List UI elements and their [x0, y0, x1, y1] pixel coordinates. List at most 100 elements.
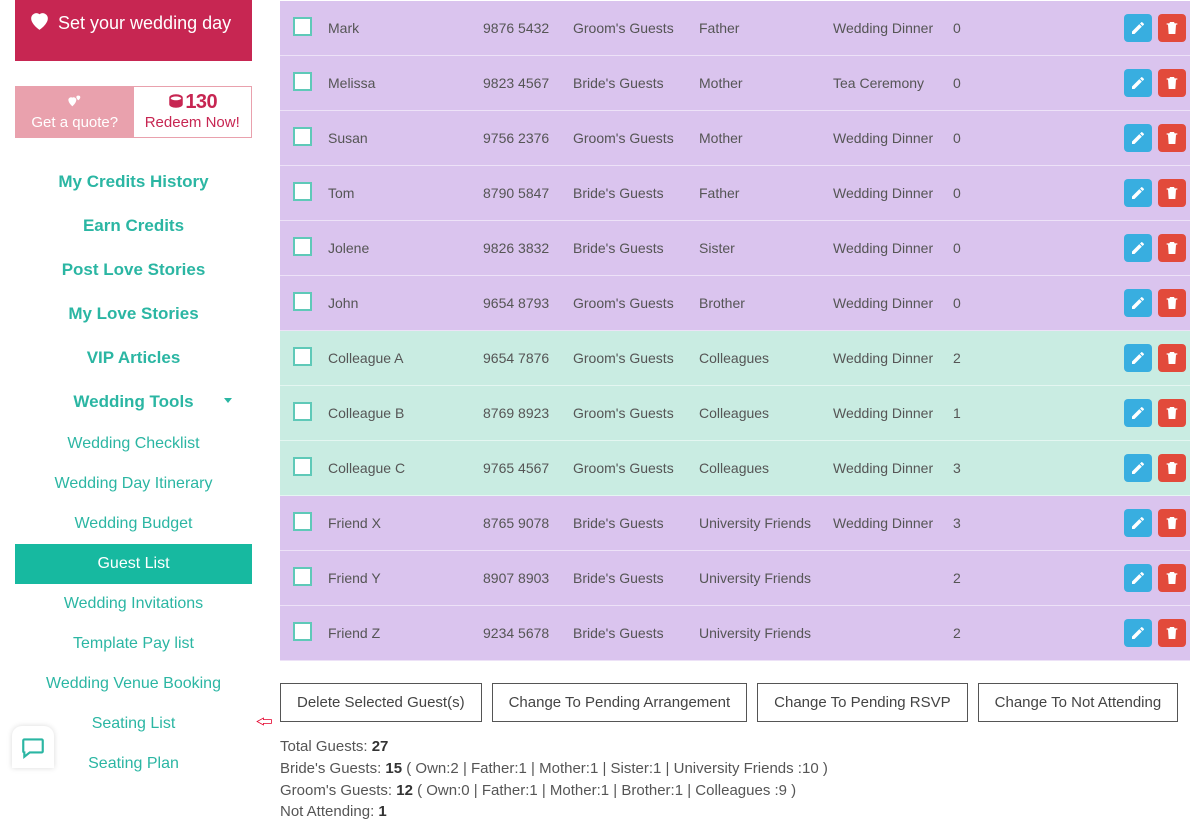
cell-event: Wedding Dinner [829, 111, 949, 166]
nav-my-credits-history[interactable]: My Credits History [15, 160, 252, 204]
cell-relation: University Friends [695, 551, 829, 606]
edit-button[interactable] [1124, 564, 1152, 592]
trash-icon [1164, 350, 1180, 366]
stats-groom: Groom's Guests: 12 ( Own:0 | Father:1 | … [280, 780, 1190, 802]
edit-button[interactable] [1124, 69, 1152, 97]
pencil-icon [1130, 515, 1146, 531]
cell-event: Wedding Dinner [829, 1, 949, 56]
cell-event: Wedding Dinner [829, 221, 949, 276]
subnav-template-pay-list[interactable]: Template Pay list [15, 624, 252, 664]
pending-arrangement-button[interactable]: Change To Pending Arrangement [492, 683, 748, 722]
cell-event: Wedding Dinner [829, 331, 949, 386]
edit-button[interactable] [1124, 289, 1152, 317]
cell-name: Colleague A [324, 331, 479, 386]
cell-group: Groom's Guests [569, 441, 695, 496]
delete-selected-button[interactable]: Delete Selected Guest(s) [280, 683, 482, 722]
delete-button[interactable] [1158, 344, 1186, 372]
pencil-icon [1130, 625, 1146, 641]
cell-table: 0 [949, 276, 1004, 331]
cell-phone: 8907 8903 [479, 551, 569, 606]
set-wedding-day-button[interactable]: Set your wedding day [15, 0, 252, 61]
subnav-wedding-budget[interactable]: Wedding Budget [15, 504, 252, 544]
cell-name: Colleague C [324, 441, 479, 496]
redeem-button[interactable]: 130 Redeem Now! [134, 87, 252, 137]
subnav-wedding-venue-booking[interactable]: Wedding Venue Booking [15, 664, 252, 704]
pencil-icon [1130, 350, 1146, 366]
edit-button[interactable] [1124, 179, 1152, 207]
row-checkbox[interactable] [293, 402, 312, 421]
delete-button[interactable] [1158, 124, 1186, 152]
row-checkbox[interactable] [293, 17, 312, 36]
edit-button[interactable] [1124, 454, 1152, 482]
cell-relation: Mother [695, 56, 829, 111]
nav-earn-credits[interactable]: Earn Credits [15, 204, 252, 248]
cell-relation: Brother [695, 276, 829, 331]
row-checkbox[interactable] [293, 127, 312, 146]
row-checkbox[interactable] [293, 292, 312, 311]
row-checkbox[interactable] [293, 347, 312, 366]
pencil-icon [1130, 460, 1146, 476]
row-checkbox[interactable] [293, 237, 312, 256]
row-checkbox[interactable] [293, 512, 312, 531]
delete-button[interactable] [1158, 234, 1186, 262]
delete-button[interactable] [1158, 399, 1186, 427]
edit-button[interactable] [1124, 234, 1152, 262]
pencil-icon [1130, 405, 1146, 421]
delete-button[interactable] [1158, 509, 1186, 537]
subnav-wedding-invitations[interactable]: Wedding Invitations [15, 584, 252, 624]
edit-button[interactable] [1124, 619, 1152, 647]
nav-my-love-stories[interactable]: My Love Stories [15, 292, 252, 336]
table-row: Tom8790 5847Bride's GuestsFatherWedding … [280, 166, 1190, 221]
coin-icon [167, 92, 185, 110]
heart-icon [27, 8, 52, 39]
nav-vip-articles[interactable]: VIP Articles [15, 336, 252, 380]
cell-table: 0 [949, 56, 1004, 111]
stats-na: Not Attending: 1 [280, 801, 1190, 823]
cell-relation: Colleagues [695, 386, 829, 441]
pending-rsvp-button[interactable]: Change To Pending RSVP [757, 683, 968, 722]
trash-icon [1164, 405, 1180, 421]
subnav-guest-list[interactable]: Guest List [15, 544, 252, 584]
delete-button[interactable] [1158, 564, 1186, 592]
delete-button[interactable] [1158, 289, 1186, 317]
cell-table: 0 [949, 111, 1004, 166]
row-checkbox[interactable] [293, 622, 312, 641]
cell-phone: 8769 8923 [479, 386, 569, 441]
quote-redeem-box[interactable]: Get a quote? 130 Redeem Now! [15, 86, 252, 138]
cell-name: Friend Y [324, 551, 479, 606]
cell-event: Tea Ceremony [829, 56, 949, 111]
guest-table: Mark9876 5432Groom's GuestsFatherWedding… [280, 0, 1190, 661]
get-quote-button[interactable]: Get a quote? [16, 87, 134, 137]
cell-relation: Father [695, 1, 829, 56]
cell-table: 2 [949, 551, 1004, 606]
cell-name: Susan [324, 111, 479, 166]
edit-button[interactable] [1124, 14, 1152, 42]
row-checkbox[interactable] [293, 567, 312, 586]
cell-phone: 8765 9078 [479, 496, 569, 551]
row-checkbox[interactable] [293, 182, 312, 201]
delete-button[interactable] [1158, 179, 1186, 207]
edit-button[interactable] [1124, 344, 1152, 372]
cell-group: Groom's Guests [569, 111, 695, 166]
pencil-icon [1130, 295, 1146, 311]
delete-button[interactable] [1158, 619, 1186, 647]
cell-group: Bride's Guests [569, 56, 695, 111]
row-checkbox[interactable] [293, 457, 312, 476]
delete-button[interactable] [1158, 454, 1186, 482]
cell-group: Bride's Guests [569, 606, 695, 661]
row-checkbox[interactable] [293, 72, 312, 91]
edit-button[interactable] [1124, 124, 1152, 152]
delete-button[interactable] [1158, 14, 1186, 42]
trash-icon [1164, 460, 1180, 476]
chat-widget-button[interactable] [12, 726, 54, 768]
nav-post-love-stories[interactable]: Post Love Stories [15, 248, 252, 292]
subnav-wedding-day-itinerary[interactable]: Wedding Day Itinerary [15, 464, 252, 504]
subnav-wedding-checklist[interactable]: Wedding Checklist [15, 424, 252, 464]
edit-button[interactable] [1124, 509, 1152, 537]
nav-wedding-tools[interactable]: Wedding Tools [15, 380, 252, 424]
edit-button[interactable] [1124, 399, 1152, 427]
delete-button[interactable] [1158, 69, 1186, 97]
get-quote-label: Get a quote? [31, 114, 118, 131]
cell-table: 0 [949, 1, 1004, 56]
not-attending-button[interactable]: Change To Not Attending [978, 683, 1179, 722]
